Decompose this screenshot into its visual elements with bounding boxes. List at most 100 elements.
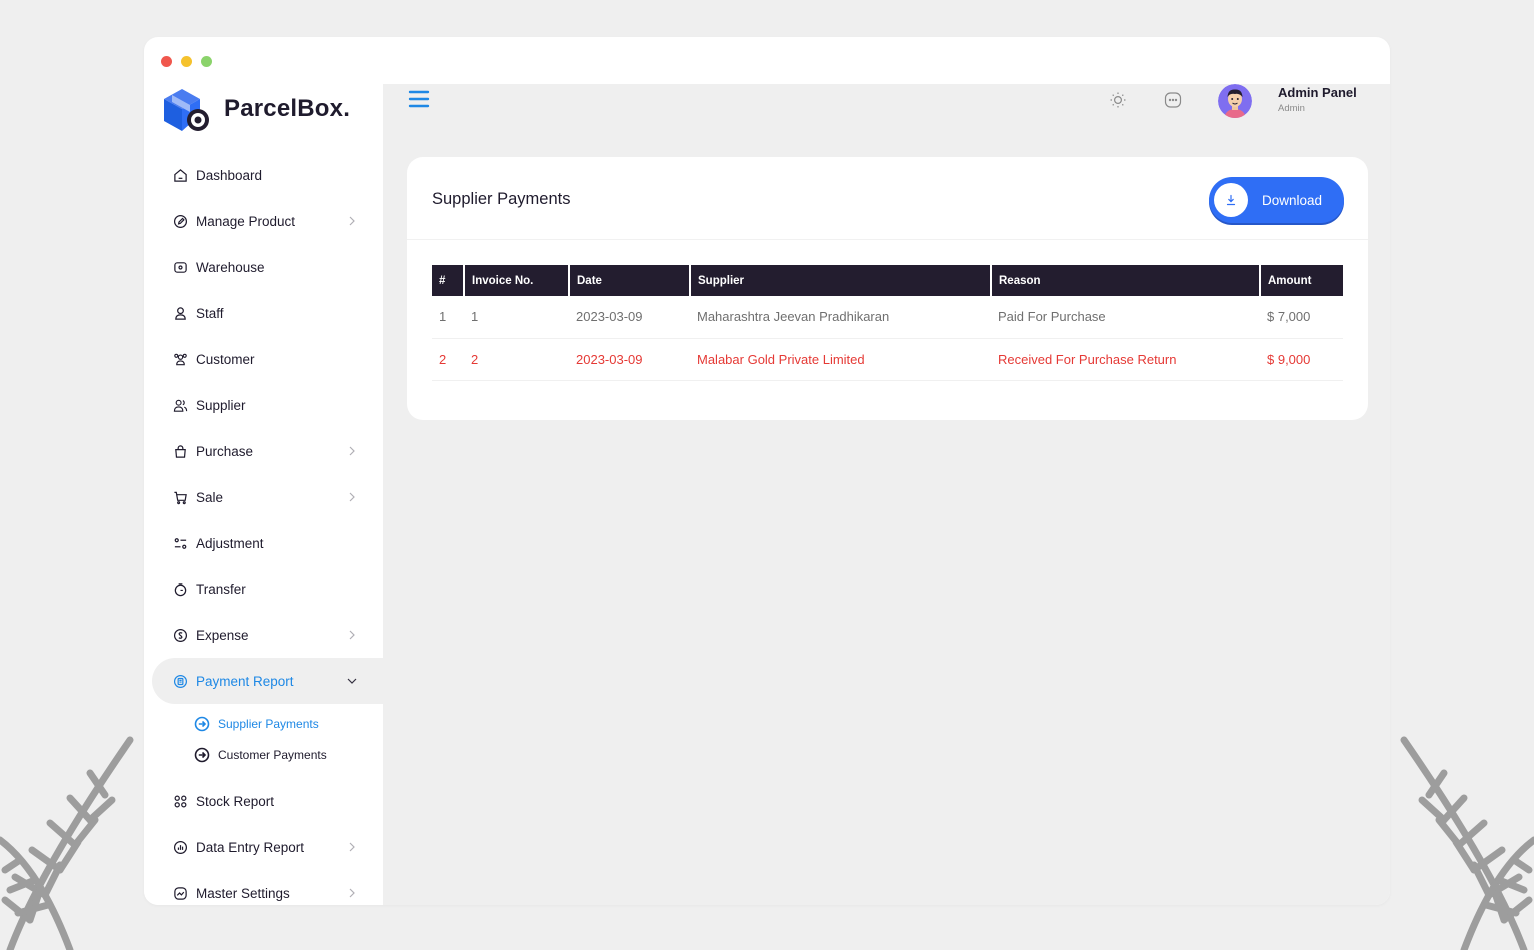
cell-supplier: Malabar Gold Private Limited (690, 338, 991, 381)
cart-icon (172, 489, 188, 505)
main-content: Admin Panel Admin Supplier Payments Down… (383, 84, 1390, 905)
sidebar-item-manage-product[interactable]: Manage Product (144, 198, 383, 244)
column-header[interactable]: Date (569, 265, 691, 296)
table-header-row: # Invoice No. Date Supplier Reason Amoun… (432, 265, 1343, 296)
cell-amount: $ 7,000 (1260, 296, 1343, 339)
chevron-down-icon (347, 678, 357, 684)
sidebar-item-stock-report[interactable]: Stock Report (144, 778, 383, 824)
sidebar-item-label: Customer (196, 351, 255, 367)
maximize-window-button[interactable] (201, 56, 212, 67)
adjust-icon (172, 535, 188, 551)
sidebar-item-transfer[interactable]: Transfer (144, 566, 383, 612)
sidebar-item-label: Stock Report (196, 793, 275, 809)
cell-index: 2 (432, 338, 464, 381)
sidebar-item-label: Data Entry Report (196, 839, 305, 855)
leaf-decoration-left (0, 736, 134, 950)
sidebar-item-customer[interactable]: Customer (144, 336, 383, 382)
sidebar-item-label: Staff (196, 305, 224, 321)
parcelbox-logo-icon (164, 89, 209, 131)
brand[interactable]: ParcelBox. (160, 84, 350, 134)
download-icon (1214, 183, 1248, 217)
sidebar-item-label: Manage Product (196, 213, 296, 229)
user-role: Admin (1278, 103, 1305, 114)
app-window: ParcelBox. Dashboard Manage Product Ware… (144, 37, 1390, 905)
sidebar-item-adjustment[interactable]: Adjustment (144, 520, 383, 566)
avatar-image (1218, 84, 1252, 118)
home-icon (172, 167, 188, 183)
submenu-item-customer-payments[interactable]: Customer Payments (194, 739, 383, 770)
column-header[interactable]: Invoice No. (464, 265, 570, 296)
submenu-item-supplier-payments[interactable]: Supplier Payments (194, 708, 383, 739)
user-name: Admin Panel (1278, 85, 1357, 100)
cell-supplier: Maharashtra Jeevan Pradhikaran (690, 296, 991, 339)
topbar: Admin Panel Admin (383, 84, 1390, 144)
sidebar-nav: Dashboard Manage Product Warehouse Staff… (144, 152, 383, 905)
sidebar-item-payment-report[interactable]: Payment Report (152, 658, 383, 704)
cell-date: 2023-03-09 (569, 296, 690, 339)
cell-index: 1 (432, 296, 464, 339)
download-button[interactable]: Download (1209, 177, 1344, 223)
grid-icon (172, 793, 188, 809)
user-info[interactable]: Admin Panel Admin (1278, 85, 1357, 114)
submenu-item-label: Supplier Payments (218, 716, 319, 731)
download-button-label: Download (1262, 192, 1323, 208)
cell-reason: Received For Purchase Return (991, 338, 1260, 381)
page-title: Supplier Payments (432, 190, 571, 208)
avatar[interactable] (1218, 84, 1252, 118)
sidebar-item-dashboard[interactable]: Dashboard (144, 152, 383, 198)
sidebar-item-label: Warehouse (196, 259, 265, 275)
window-controls (161, 56, 212, 67)
settings-icon (172, 885, 188, 901)
cell-invoice-no: 1 (464, 296, 569, 339)
sidebar-item-master-settings[interactable]: Master Settings (144, 870, 383, 905)
sidebar-item-label: Purchase (196, 443, 254, 459)
supplier-payments-table: # Invoice No. Date Supplier Reason Amoun… (432, 265, 1343, 381)
cell-amount: $ 9,000 (1260, 338, 1343, 381)
cell-invoice-no: 2 (464, 338, 569, 381)
sidebar-item-label: Payment Report (196, 673, 294, 689)
arrow-circle-right-icon (194, 716, 210, 731)
card-header: Supplier Payments Download (407, 157, 1368, 240)
sidebar-item-data-entry-report[interactable]: Data Entry Report (144, 824, 383, 870)
brand-name: ParcelBox. (224, 95, 351, 122)
transfer-icon (172, 581, 188, 597)
user-icon (172, 305, 188, 321)
sidebar-item-label: Adjustment (196, 535, 264, 551)
sidebar-item-label: Expense (196, 627, 249, 643)
sidebar-item-label: Sale (196, 489, 224, 505)
sidebar-item-label: Transfer (196, 581, 246, 597)
sidebar-item-label: Dashboard (196, 167, 263, 183)
cell-reason: Paid For Purchase (991, 296, 1260, 339)
column-header[interactable]: # (432, 265, 465, 296)
column-header[interactable]: Supplier (690, 265, 992, 296)
table-row[interactable]: 1 1 2023-03-09 Maharashtra Jeevan Pradhi… (432, 296, 1343, 339)
theme-toggle-sun-icon[interactable] (1109, 91, 1127, 109)
sidebar-item-staff[interactable]: Staff (144, 290, 383, 336)
close-window-button[interactable] (161, 56, 172, 67)
table-row[interactable]: 2 2 2023-03-09 Malabar Gold Private Limi… (432, 338, 1343, 381)
sidebar-item-expense[interactable]: Expense (144, 612, 383, 658)
warehouse-icon (172, 259, 188, 275)
edit-icon (172, 213, 188, 229)
chevron-right-icon (349, 492, 355, 502)
chat-icon[interactable] (1164, 91, 1182, 109)
bag-icon (172, 443, 188, 459)
report-icon (172, 673, 188, 689)
expense-icon (172, 627, 188, 643)
menu-toggle-icon[interactable] (407, 88, 431, 110)
cell-date: 2023-03-09 (569, 338, 690, 381)
sidebar: ParcelBox. Dashboard Manage Product Ware… (144, 84, 383, 905)
sidebar-item-sale[interactable]: Sale (144, 474, 383, 520)
chevron-right-icon (349, 216, 355, 226)
sidebar-item-label: Supplier (196, 397, 246, 413)
leaf-decoration-right (1400, 736, 1534, 950)
arrow-circle-right-icon (194, 747, 210, 762)
column-header[interactable]: Reason (991, 265, 1261, 296)
sidebar-item-purchase[interactable]: Purchase (144, 428, 383, 474)
minimize-window-button[interactable] (181, 56, 192, 67)
users-icon (172, 351, 188, 367)
sidebar-item-warehouse[interactable]: Warehouse (144, 244, 383, 290)
column-header[interactable]: Amount (1260, 265, 1343, 296)
sidebar-item-supplier[interactable]: Supplier (144, 382, 383, 428)
chart-icon (172, 839, 188, 855)
